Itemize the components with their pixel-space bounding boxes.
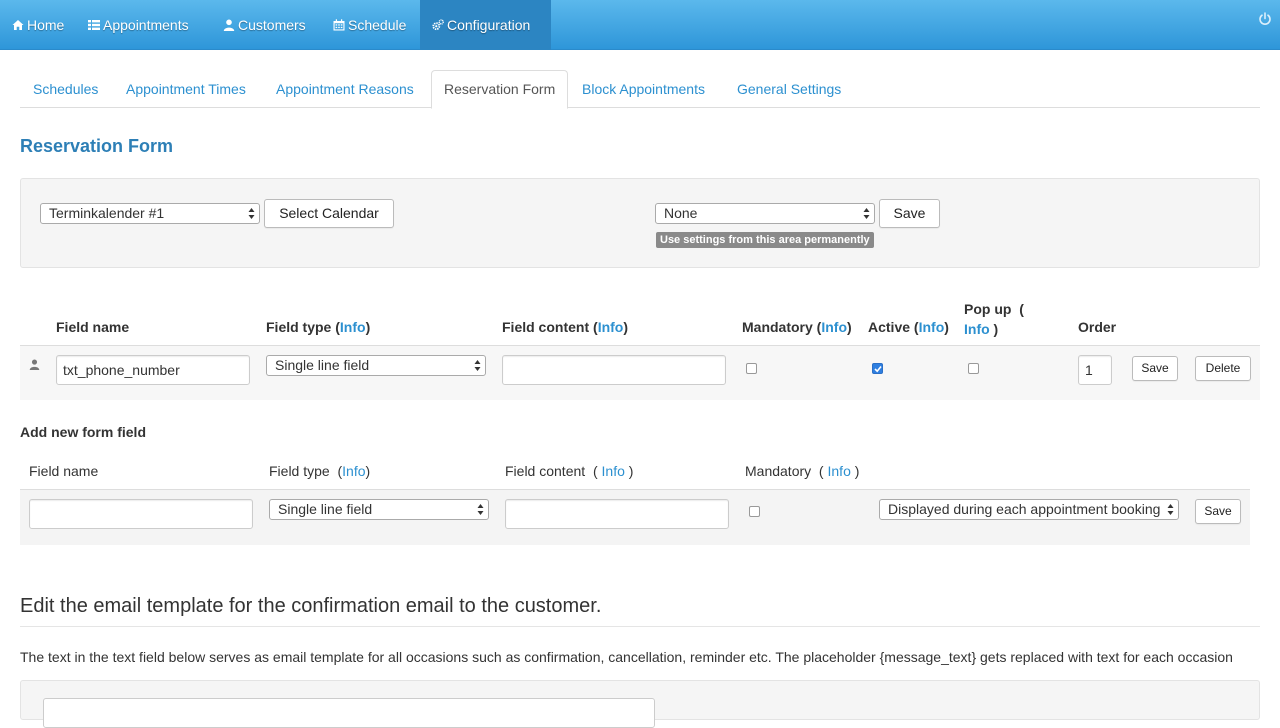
display-option-select-value: Displayed during each appointment bookin… [888,501,1161,517]
cogs-icon [432,19,444,31]
row-delete-button[interactable]: Delete [1195,356,1251,381]
display-option-select[interactable]: Displayed during each appointment bookin… [879,499,1179,520]
col-active-label: Active [868,319,911,335]
col-field-content-label: Field content [502,319,590,335]
select-calendar-button[interactable]: Select Calendar [264,199,394,228]
power-icon[interactable] [1258,12,1272,26]
new-field-type-info-link[interactable]: Info [342,463,365,479]
new-col-mandatory-label: Mandatory [745,463,812,479]
tab-block-appointments[interactable]: Block Appointments [582,70,705,108]
tab-appointment-times[interactable]: Appointment Times [126,70,246,108]
calendar-icon [333,19,345,31]
permanent-settings-label: Use settings from this area permanently [656,232,874,248]
field-content-info-link[interactable]: Info [598,319,624,335]
user-icon [29,359,40,370]
col-mandatory-label: Mandatory [742,319,813,335]
col-active: Active (Info) [868,319,949,335]
new-mandatory-info-link[interactable]: Info [828,463,851,479]
new-col-field-type: Field type (Info) [269,463,371,479]
col-popup: Pop up ( Info ) [964,301,1024,337]
new-field-save-button[interactable]: Save [1195,499,1241,524]
nav-appointments-label: Appointments [103,17,189,33]
area-select-value: None [664,205,698,221]
user-icon [223,19,235,31]
col-field-content: Field content (Info) [502,319,629,335]
nav-customers[interactable]: Customers [223,0,306,50]
select-arrows-icon [1167,504,1174,515]
email-template-heading: Edit the email template for the confirma… [20,595,1260,627]
email-template-input[interactable] [43,698,655,728]
tab-schedules[interactable]: Schedules [33,70,98,108]
page-title: Reservation Form [20,136,174,156]
field-content-input[interactable] [502,355,726,385]
new-field-type-select-value: Single line field [278,501,373,517]
nav-home[interactable]: Home [12,0,64,50]
select-arrows-icon [248,208,255,219]
new-field-name-input[interactable] [29,499,253,529]
col-field-type-label: Field type [266,319,332,335]
active-checkbox[interactable] [872,363,883,374]
list-icon [88,20,100,30]
calendar-select-value: Terminkalender #1 [49,205,165,221]
nav-schedule-label: Schedule [348,17,407,33]
calendar-select[interactable]: Terminkalender #1 [40,203,260,224]
mandatory-checkbox[interactable] [746,363,757,374]
tab-reservation-form[interactable]: Reservation Form [431,70,569,109]
nav-appointments[interactable]: Appointments [88,0,189,50]
select-arrows-icon [863,208,870,219]
nav-schedule[interactable]: Schedule [333,0,406,50]
nav-configuration-label: Configuration [447,17,531,33]
mandatory-info-link[interactable]: Info [821,319,847,335]
active-info-link[interactable]: Info [919,319,945,335]
tab-general-settings[interactable]: General Settings [737,70,841,108]
new-field-type-select[interactable]: Single line field [269,499,489,520]
nav-customers-label: Customers [238,17,306,33]
popup-info-link[interactable]: Info [964,321,990,337]
field-type-select-value: Single line field [275,357,370,373]
new-field-row: Single line field Displayed during each … [20,489,1250,545]
new-col-field-type-label: Field type [269,463,330,479]
new-col-field-content-label: Field content [505,463,586,479]
col-order: Order [1078,319,1117,335]
tab-appointment-reasons[interactable]: Appointment Reasons [276,70,414,108]
home-icon [12,20,24,30]
area-save-button[interactable]: Save [879,199,940,228]
new-field-content-info-link[interactable]: Info [602,463,625,479]
select-arrows-icon [474,360,481,371]
order-input[interactable]: 1 [1078,355,1112,385]
top-navbar: Home Appointments Customers Schedule Con… [0,0,1280,50]
field-type-info-link[interactable]: Info [340,319,366,335]
config-tabs: Schedules Appointment Times Appointment … [20,70,1260,109]
nav-configuration[interactable]: Configuration [420,0,551,50]
new-col-field-name: Field name [29,463,99,479]
checkmark-icon [874,365,882,373]
col-mandatory: Mandatory (Info) [742,319,852,335]
row-save-button[interactable]: Save [1132,356,1178,381]
email-template-description: The text in the text field below serves … [20,649,1233,665]
col-popup-label: Pop up [964,301,1012,317]
new-col-mandatory: Mandatory ( Info ) [745,463,860,479]
calendar-settings-panel: Terminkalender #1 Select Calendar None S… [20,178,1260,268]
popup-checkbox[interactable] [968,363,979,374]
add-field-title: Add new form field [20,424,146,440]
email-template-panel [20,680,1260,728]
col-field-name: Field name [56,319,130,335]
nav-home-label: Home [27,17,65,33]
field-type-select[interactable]: Single line field [266,355,486,376]
new-field-content-input[interactable] [505,499,729,529]
select-arrows-icon [477,504,484,515]
new-mandatory-checkbox[interactable] [749,506,760,517]
new-col-field-content: Field content ( Info ) [505,463,634,479]
field-name-input[interactable]: txt_phone_number [56,355,250,385]
area-select[interactable]: None [655,203,875,224]
table-row: txt_phone_number Single line field 1 Sav… [20,345,1260,400]
col-field-type: Field type (Info) [266,319,371,335]
